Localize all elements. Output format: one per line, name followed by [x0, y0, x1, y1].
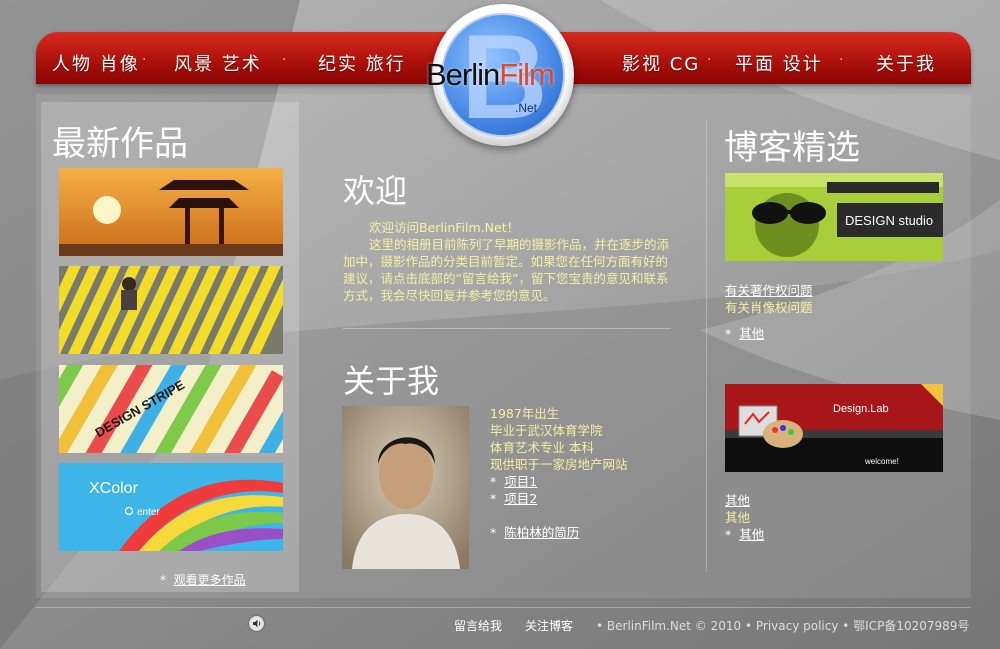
thumb-painter-stripes[interactable]: [59, 266, 283, 354]
resume-link[interactable]: 陈柏林的简历: [504, 525, 579, 540]
about-line: 体育艺术专业 本科: [490, 440, 594, 455]
nav-separator: ·: [282, 52, 287, 68]
nav-item-film-cg[interactable]: 影视 CG: [622, 50, 700, 76]
blog-image-design-studio[interactable]: DESIGN studio: [725, 173, 943, 261]
sound-toggle-icon[interactable]: [249, 616, 264, 631]
about-title: 关于我: [343, 362, 440, 400]
bullet: *: [490, 491, 497, 506]
blog-picks-title: 博客精选: [724, 128, 860, 168]
xcolor-enter-label: enter: [137, 507, 160, 518]
nav-item-portrait[interactable]: 人物 肖像: [52, 50, 140, 76]
about-line: 现供职于一家房地产网站: [490, 457, 628, 472]
follow-blog-link[interactable]: 关注博客: [525, 617, 573, 634]
blog-links-group-1: 有关著作权问题 有关肖像权问题 * 其他: [725, 282, 813, 342]
about-line: 毕业于武汉体育学院: [490, 423, 603, 438]
footer-divider: [36, 607, 971, 608]
latest-works-title: 最新作品: [52, 124, 188, 164]
nav-item-about[interactable]: 关于我: [876, 50, 936, 76]
nav-item-graphic-design[interactable]: 平面 设计: [735, 50, 823, 76]
about-line: 1987年出生: [490, 406, 560, 421]
logo-name-berlin: Berlin: [426, 57, 500, 92]
bullet: *: [490, 474, 497, 489]
welcome-body: 这里的相册目前陈列了早期的摄影作品，并在逐步的添加中，摄影作品的分类目前暂定。如…: [343, 237, 670, 303]
blog-other-link[interactable]: 其他: [739, 526, 764, 543]
bullet: *: [725, 527, 732, 542]
design-lab-label: Design.Lab: [833, 403, 889, 415]
portrait-photo: [342, 406, 469, 569]
about-details: 1987年出生 毕业于武汉体育学院 体育艺术专业 本科 现供职于一家房地产网站 …: [490, 405, 628, 541]
right-divider: [706, 120, 707, 572]
blog-other-text: 其他: [725, 510, 751, 525]
more-works: * 观看更多作品: [160, 571, 246, 588]
bullet: *: [725, 326, 732, 341]
nav-separator: ·: [839, 52, 844, 68]
nav-separator: ·: [142, 52, 147, 68]
about-link-row: * 陈柏林的简历: [490, 524, 628, 541]
xcolor-label: XColor: [89, 480, 139, 497]
about-link-row: * 项目2: [490, 490, 628, 507]
blog-other-link[interactable]: 其他: [725, 492, 750, 509]
welcome-text: 欢迎访问BerlinFilm.Net！ 这里的相册目前陈列了早期的摄影作品，并在…: [343, 219, 671, 304]
thumb-pavilion-sunset[interactable]: [59, 168, 283, 256]
welcome-greeting: 欢迎访问BerlinFilm.Net！: [369, 220, 520, 235]
center-divider: [343, 328, 671, 329]
copyright-text: • BerlinFilm.Net © 2010 • Privacy policy…: [596, 619, 970, 633]
more-bullet: *: [160, 573, 166, 587]
logo-name-film: Film: [499, 57, 555, 92]
logo-wordmark[interactable]: BerlinFilm: [426, 57, 555, 93]
design-studio-label: DESIGN studio: [845, 213, 933, 228]
blog-other-link[interactable]: 其他: [739, 325, 764, 342]
more-works-link[interactable]: 观看更多作品: [174, 573, 246, 587]
logo-suffix: .Net: [515, 101, 538, 115]
copyright-issue-link[interactable]: 有关著作权问题: [725, 282, 813, 299]
bullet: *: [490, 525, 497, 540]
portrait-rights-text: 有关肖像权问题: [725, 300, 813, 315]
thumb-design-stripe[interactable]: DESIGN STRIPE: [59, 365, 283, 453]
project-2-link[interactable]: 项目2: [504, 491, 537, 506]
about-link-row: * 项目1: [490, 473, 628, 490]
nav-separator: ·: [707, 52, 712, 68]
welcome-title: 欢迎: [343, 172, 408, 210]
blog-links-group-2: 其他 其他 * 其他: [725, 492, 764, 543]
project-1-link[interactable]: 项目1: [504, 474, 537, 489]
nav-item-documentary[interactable]: 纪实 旅行: [318, 50, 406, 76]
guestbook-link[interactable]: 留言给我: [454, 617, 502, 634]
design-lab-welcome: welcome!: [864, 457, 899, 466]
nav-item-landscape[interactable]: 风景 艺术: [174, 50, 262, 76]
thumb-xcolor[interactable]: XColor enter: [59, 463, 283, 551]
blog-image-design-lab[interactable]: Design.Lab welcome!: [725, 384, 943, 472]
